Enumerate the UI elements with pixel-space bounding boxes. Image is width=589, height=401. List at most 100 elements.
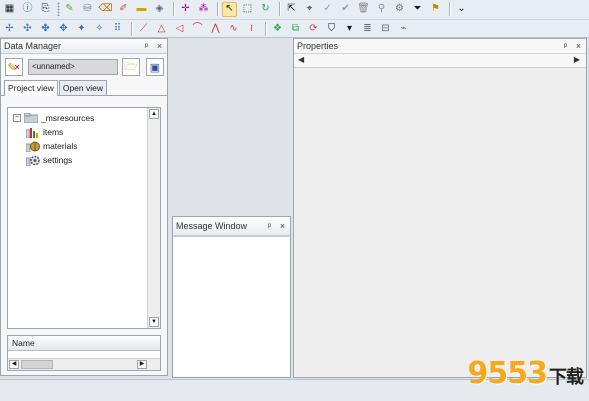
tab-open-view[interactable]: Open view bbox=[58, 80, 107, 95]
tree-root-label: _msresources bbox=[41, 113, 95, 123]
close-icon[interactable]: × bbox=[573, 41, 584, 51]
tree-item-materials[interactable]: materials bbox=[26, 140, 77, 152]
lock-icon[interactable]: ⚲ bbox=[374, 2, 389, 17]
bar-chart-icon bbox=[26, 127, 40, 138]
toolbar-row-2: ✢ ✣ ✤ ✥ ✦ ✧ ⠿ ⟋ △ ◁ ⌒ ⋀ ∿ ≀ ❖ ⧉ ⟳ ⛉ ▾ ≣ … bbox=[0, 19, 589, 37]
toolbar-grip[interactable] bbox=[57, 2, 60, 16]
scroll-left-icon[interactable]: ◀ bbox=[9, 360, 19, 369]
paintbrush-icon[interactable]: ✐ bbox=[116, 2, 131, 17]
save-icon: ▣ bbox=[149, 61, 161, 74]
grid-snap-icon[interactable]: ⠿ bbox=[110, 21, 125, 36]
rotate-view-icon[interactable]: ↻ bbox=[258, 2, 273, 17]
toolbar-separator bbox=[173, 2, 175, 16]
save-button[interactable]: ▣ bbox=[146, 58, 164, 76]
delete-icon[interactable]: 🗑 bbox=[356, 2, 371, 17]
lasso-select-icon[interactable]: ⬚ bbox=[240, 2, 255, 17]
project-combo[interactable]: <unnamed> bbox=[28, 59, 118, 75]
settings-gear-icon bbox=[26, 155, 40, 166]
properties-panel: Properties ᵖ × ◀ ▶ bbox=[293, 38, 587, 378]
close-icon[interactable]: × bbox=[154, 41, 165, 51]
dropdown-icon[interactable]: ▾ bbox=[342, 21, 357, 36]
pen-icon[interactable]: ✎ bbox=[62, 2, 77, 17]
properties-title: Properties bbox=[297, 41, 339, 51]
tree-item-settings[interactable]: settings bbox=[26, 154, 72, 166]
check-icon[interactable]: ✓ bbox=[320, 2, 335, 17]
toolbar-area: ▦ ⓘ ⎘ ✎ ⛁ ⌫ ✐ ▬ ◈ ✛ ⁂ ↖ ⬚ ↻ ⇱ ⌖ ✓ ✔ 🗑 ⚲ … bbox=[0, 0, 589, 38]
add-points-icon[interactable]: ⁂ bbox=[196, 2, 211, 17]
name-column-header[interactable]: Name bbox=[8, 336, 160, 351]
tree-root-row[interactable]: − _msresources bbox=[13, 112, 94, 124]
empty-workspace bbox=[171, 38, 291, 216]
toolbar-separator bbox=[131, 21, 133, 36]
message-window-title: Message Window bbox=[176, 221, 248, 231]
scroll-thumb[interactable] bbox=[21, 360, 53, 369]
curve-icon[interactable]: ◁ bbox=[172, 21, 187, 36]
add-point-icon[interactable]: ✢ bbox=[2, 21, 17, 36]
settings-icon[interactable]: ⚙ bbox=[392, 2, 407, 17]
export-icon[interactable]: ⎘ bbox=[38, 2, 53, 17]
scroll-up-icon[interactable]: ▲ bbox=[149, 109, 159, 119]
collapse-icon[interactable]: − bbox=[13, 114, 21, 122]
data-manager-tabs: Project view Open view bbox=[1, 80, 167, 96]
scroll-left-icon[interactable]: ◀ bbox=[298, 55, 304, 64]
scroll-right-icon[interactable]: ▶ bbox=[137, 360, 147, 369]
node-select-icon[interactable]: ⌖ bbox=[302, 2, 317, 17]
open-folder-button[interactable]: 🗁 bbox=[122, 58, 140, 76]
polyline-icon[interactable]: ⟋ bbox=[136, 21, 151, 36]
rotate-icon[interactable]: ⟳ bbox=[306, 21, 321, 36]
spline-icon[interactable]: ≀ bbox=[244, 21, 259, 36]
database-icon[interactable]: ⛁ bbox=[80, 2, 95, 17]
weld-icon[interactable]: ✦ bbox=[74, 21, 89, 36]
red-x-icon: ✕ bbox=[13, 62, 21, 72]
properties-scroll-bar: ◀ ▶ bbox=[294, 54, 586, 68]
grid-icon[interactable]: ▦ bbox=[2, 2, 17, 17]
project-tree: − _msresources items materials settings bbox=[7, 107, 161, 329]
undo-check-icon[interactable]: ✔ bbox=[338, 2, 353, 17]
pin-icon[interactable]: ᵖ bbox=[560, 41, 571, 51]
filter-icon[interactable]: ⏷ bbox=[410, 2, 425, 17]
split-node-icon[interactable]: ✧ bbox=[92, 21, 107, 36]
arc-icon[interactable]: ⌒ bbox=[190, 21, 205, 36]
shape-select-icon[interactable]: ⇱ bbox=[284, 2, 299, 17]
watermark-number: 9553 bbox=[467, 356, 548, 391]
folder-icon: 🗁 bbox=[124, 60, 138, 73]
cursor-select-icon[interactable]: ↖ bbox=[222, 1, 237, 17]
stack-icon[interactable]: ≣ bbox=[360, 21, 375, 36]
brush-icon[interactable]: ⌁ bbox=[396, 21, 411, 36]
overflow-chevron-icon[interactable]: ⌄ bbox=[454, 2, 469, 17]
eraser-icon[interactable]: ⌫ bbox=[98, 2, 113, 17]
message-window-titlebar: Message Window ᵖ × bbox=[173, 217, 290, 236]
clear-project-button[interactable]: ✎ ✕ bbox=[5, 58, 23, 76]
tree-item-items[interactable]: items bbox=[26, 126, 63, 138]
tab-project-view[interactable]: Project view bbox=[4, 80, 58, 96]
zigzag-icon[interactable]: ⋀ bbox=[208, 21, 223, 36]
message-window-panel: Message Window ᵖ × bbox=[172, 216, 291, 378]
tag-icon[interactable]: ◈ bbox=[152, 2, 167, 17]
scroll-right-icon[interactable]: ▶ bbox=[574, 55, 580, 64]
split-icon[interactable]: ⊟ bbox=[378, 21, 393, 36]
shield-icon[interactable]: ⛉ bbox=[324, 21, 339, 36]
move-point-icon[interactable]: ✣ bbox=[20, 21, 35, 36]
bookmark-icon[interactable]: ⚑ bbox=[428, 2, 443, 17]
info-icon[interactable]: ⓘ bbox=[20, 2, 35, 17]
pin-icon[interactable]: ᵖ bbox=[264, 221, 275, 231]
tree-vertical-scrollbar[interactable]: ▲ ▼ bbox=[147, 108, 160, 328]
close-icon[interactable]: × bbox=[277, 221, 288, 231]
wave-icon[interactable]: ∿ bbox=[226, 21, 241, 36]
resource-folder-icon bbox=[24, 113, 38, 124]
group-icon[interactable]: ❖ bbox=[270, 21, 285, 36]
layers-icon[interactable]: ⧉ bbox=[288, 21, 303, 36]
data-manager-toolbar: ✎ ✕ <unnamed> 🗁 ▣ bbox=[1, 54, 167, 80]
polygon-icon[interactable]: △ bbox=[154, 21, 169, 36]
ruler-icon[interactable]: ▬ bbox=[134, 2, 149, 17]
name-list: Name ◀ ▶ bbox=[7, 335, 161, 371]
pin-icon[interactable]: ᵖ bbox=[141, 41, 152, 51]
list-horizontal-scrollbar[interactable]: ◀ ▶ bbox=[8, 358, 160, 370]
remove-point-icon[interactable]: ✤ bbox=[38, 21, 53, 36]
toolbar-separator bbox=[217, 2, 219, 16]
material-ball-icon bbox=[26, 141, 40, 152]
move-points-icon[interactable]: ✛ bbox=[178, 2, 193, 17]
properties-titlebar: Properties ᵖ × bbox=[294, 39, 586, 54]
insert-node-icon[interactable]: ✥ bbox=[56, 21, 71, 36]
scroll-down-icon[interactable]: ▼ bbox=[149, 317, 159, 327]
